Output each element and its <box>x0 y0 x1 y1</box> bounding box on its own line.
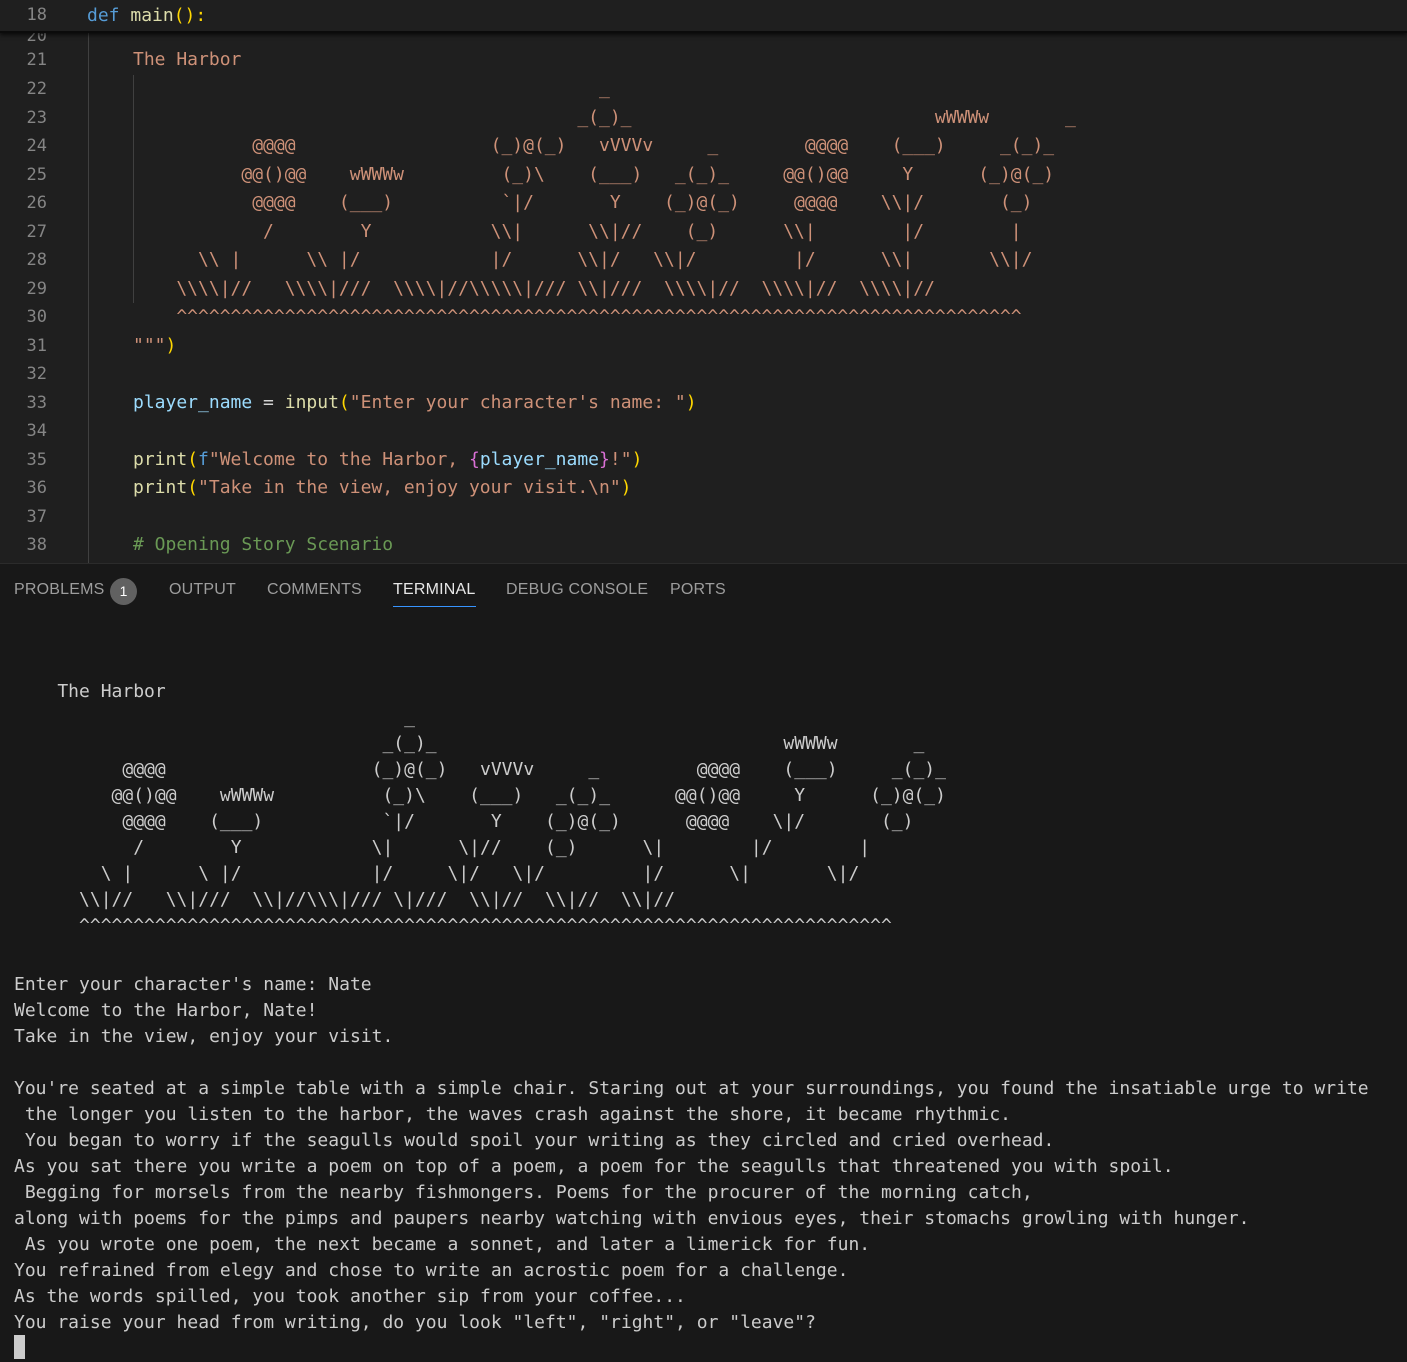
line-number: 38 <box>26 535 47 555</box>
line-number: 26 <box>26 193 47 213</box>
problems-count-badge: 1 <box>110 578 137 605</box>
input-statement: player_name = input("Enter your characte… <box>133 392 697 413</box>
ascii-art-line: ^^^^^^^^^^^^^^^^^^^^^^^^^^^^^^^^^^^^^^^^… <box>133 306 1022 327</box>
line-number: 27 <box>26 221 47 242</box>
code-editor[interactable]: 18 def main(): 20 21 The Harbor 22 _ 23 <box>0 0 1407 563</box>
terminal-output: Enter your character's name: Nate Welcom… <box>14 974 1369 1333</box>
tab-problems[interactable]: PROBLEMS <box>14 581 105 599</box>
line-number: 18 <box>26 5 47 25</box>
code-line[interactable]: 26 @@@@ (___) `|/ Y (_)@(_) @@@@ \\|/ (_… <box>0 189 1407 217</box>
code-line[interactable]: 38 # Opening Story Scenario <box>0 531 1407 559</box>
code-line[interactable]: 30 ^^^^^^^^^^^^^^^^^^^^^^^^^^^^^^^^^^^^^… <box>0 303 1407 331</box>
line-number: 28 <box>26 250 47 270</box>
code-line[interactable]: 21 The Harbor <box>0 46 1407 74</box>
ascii-art-line: @@()@@ wWWWw (_)\ (___) _(_)_ @@()@@ Y (… <box>133 163 1055 185</box>
function-signature-suffix: (): <box>173 5 207 26</box>
code-line[interactable]: 35 print(f"Welcome to the Harbor, {playe… <box>0 446 1407 474</box>
line-number: 37 <box>26 507 47 527</box>
ascii-art-line: @@@@ (___) `|/ Y (_)@(_) @@@@ \\|/ (_) <box>133 192 1033 213</box>
line-number: 36 <box>26 478 47 498</box>
terminal-ascii-art: The Harbor _ _(_)_ wWWWw _ @@@@ (_)@(_) … <box>57 681 946 936</box>
ascii-art-line: @@@@ (_)@(_) vVVVv _ @@@@ (___) _(_)_ <box>133 135 1065 156</box>
ascii-art-line: \\ | \\ |/ |/ \\|/ \\|/ |/ \\| \\|/ <box>133 249 1033 270</box>
tab-ports[interactable]: PORTS <box>670 581 726 599</box>
panel-tab-bar: PROBLEMS 1 OUTPUT COMMENTS TERMINAL DEBU… <box>0 563 1407 619</box>
code-line[interactable]: 29 \\\\|// \\\\|/// \\\\|//\\\\\|/// \\|… <box>0 275 1407 303</box>
code-comment: # Opening Story Scenario <box>133 534 394 555</box>
print-welcome-statement: print(f"Welcome to the Harbor, {player_n… <box>133 449 643 470</box>
close-docstring: """) <box>133 335 177 356</box>
sticky-scroll-header[interactable]: 18 def main(): <box>0 0 1407 33</box>
line-number: 22 <box>26 79 47 99</box>
print-take-statement: print("Take in the view, enjoy your visi… <box>133 477 632 498</box>
code-line[interactable]: 28 \\ | \\ |/ |/ \\|/ \\|/ |/ \\| \\|/ <box>0 246 1407 274</box>
code-line[interactable]: 27 / Y \\| \\|// (_) \\| |/ | <box>0 218 1407 246</box>
code-line[interactable]: 32 <box>0 360 1407 388</box>
line-number: 29 <box>26 278 47 299</box>
line-number: 34 <box>26 421 47 441</box>
line-number: 23 <box>26 107 47 128</box>
line-number: 24 <box>26 136 47 156</box>
line-number: 30 <box>26 307 47 327</box>
code-line[interactable]: 24 @@@@ (_)@(_) vVVVv _ @@@@ (___) _(_)_ <box>0 132 1407 160</box>
code-line[interactable]: 36 print("Take in the view, enjoy your v… <box>0 474 1407 502</box>
code-line[interactable]: 23 _(_)_ wWWWw _ <box>0 104 1407 132</box>
terminal-cursor <box>14 1335 25 1359</box>
code-line[interactable]: 37 <box>0 503 1407 531</box>
code-line[interactable]: 25 @@()@@ wWWWw (_)\ (___) _(_)_ @@()@@ … <box>0 161 1407 189</box>
function-name: main <box>130 5 174 26</box>
line-number: 32 <box>26 364 47 384</box>
code-line[interactable]: 31 """) <box>0 332 1407 360</box>
ascii-art-line: _ <box>133 78 1098 99</box>
tab-debug-console[interactable]: DEBUG CONSOLE <box>506 581 648 599</box>
ascii-art-line: \\\\|// \\\\|/// \\\\|//\\\\\|/// \\|///… <box>133 277 935 299</box>
ascii-art-line: / Y \\| \\|// (_) \\| |/ | <box>133 220 1022 242</box>
line-number: 21 <box>26 50 47 70</box>
tab-output[interactable]: OUTPUT <box>169 581 236 599</box>
line-number: 31 <box>26 336 47 356</box>
ascii-art-line: _(_)_ wWWWw _ <box>133 106 1109 128</box>
terminal-panel[interactable]: The Harbor _ _(_)_ wWWWw _ @@@@ (_)@(_) … <box>0 619 1407 1362</box>
code-line[interactable]: 22 _ <box>0 75 1407 103</box>
tab-comments[interactable]: COMMENTS <box>267 581 362 599</box>
line-number: 35 <box>26 450 47 470</box>
sticky-code-line[interactable]: def main(): <box>87 0 206 31</box>
line-number: 33 <box>26 393 47 413</box>
art-heading: The Harbor <box>133 49 242 70</box>
def-keyword: def <box>87 5 120 26</box>
code-line[interactable]: 33 player_name = input("Enter your chara… <box>0 389 1407 417</box>
code-line[interactable]: 34 <box>0 417 1407 445</box>
line-number: 25 <box>26 164 47 185</box>
tab-terminal[interactable]: TERMINAL <box>393 581 476 607</box>
